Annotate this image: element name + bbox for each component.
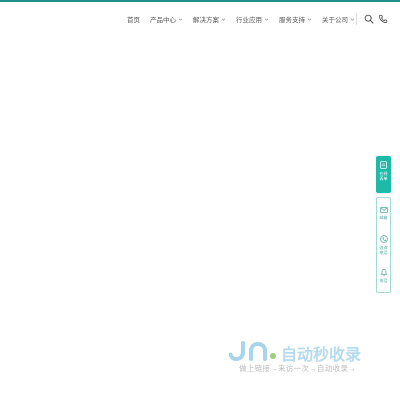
bell-icon xyxy=(380,269,387,276)
online-form-label: 在线表单 xyxy=(379,171,388,181)
nav-item-label: 行业应用 xyxy=(236,17,262,24)
nav-item-products[interactable]: 产品中心 xyxy=(150,14,183,24)
side-toolbar: 在线表单 邮箱 咨询电话 电话 xyxy=(376,156,391,293)
nav-item-label: 解决方案 xyxy=(193,17,219,24)
phone-icon[interactable] xyxy=(378,14,388,24)
main-nav: 首页 产品中心 解决方案 行业应用 服务支持 关于公司 xyxy=(127,13,365,25)
side-contact-group: 邮箱 咨询电话 电话 xyxy=(376,197,391,293)
chevron-down-icon xyxy=(178,18,183,21)
nav-item-label: 首页 xyxy=(127,17,140,24)
nav-item-industries[interactable]: 行业应用 xyxy=(236,14,269,24)
phone-icon xyxy=(379,234,388,243)
mail-icon xyxy=(379,207,388,213)
nav-item-label: 产品中心 xyxy=(150,17,176,24)
watermark: 自动秒收录 做上链接→来访一次→自动收录→ xyxy=(229,341,389,373)
nav-item-label: 关于公司 xyxy=(322,17,348,24)
email-label: 邮箱 xyxy=(379,215,388,220)
nav-item-solutions[interactable]: 解决方案 xyxy=(193,14,226,24)
watermark-logo-icon xyxy=(229,341,276,361)
page: 首页 产品中心 解决方案 行业应用 服务支持 关于公司 在线表单 邮箱 咨询电话… xyxy=(0,0,400,400)
chevron-down-icon xyxy=(221,18,226,21)
nav-divider xyxy=(356,13,357,25)
email-button[interactable]: 邮箱 xyxy=(377,198,390,229)
watermark-tagline: 做上链接→来访一次→自动收录→ xyxy=(239,364,356,373)
nav-item-support[interactable]: 服务支持 xyxy=(279,14,312,24)
consult-phone-button[interactable]: 咨询电话 xyxy=(377,229,390,260)
nav-item-about[interactable]: 关于公司 xyxy=(322,14,355,24)
search-icon[interactable] xyxy=(364,14,374,24)
nav-item-label: 服务支持 xyxy=(279,17,305,24)
top-accent-stripe xyxy=(0,0,400,2)
chevron-down-icon xyxy=(264,18,269,21)
chevron-down-icon xyxy=(350,18,355,21)
phone-label: 电话 xyxy=(379,278,388,283)
watermark-brand: 自动秒收录 xyxy=(281,347,362,364)
nav-item-home[interactable]: 首页 xyxy=(127,14,140,24)
consult-phone-label: 咨询电话 xyxy=(379,244,388,255)
form-icon xyxy=(380,161,387,169)
phone-button[interactable]: 电话 xyxy=(377,260,390,291)
online-form-button[interactable]: 在线表单 xyxy=(376,156,391,193)
chevron-down-icon xyxy=(307,18,312,21)
